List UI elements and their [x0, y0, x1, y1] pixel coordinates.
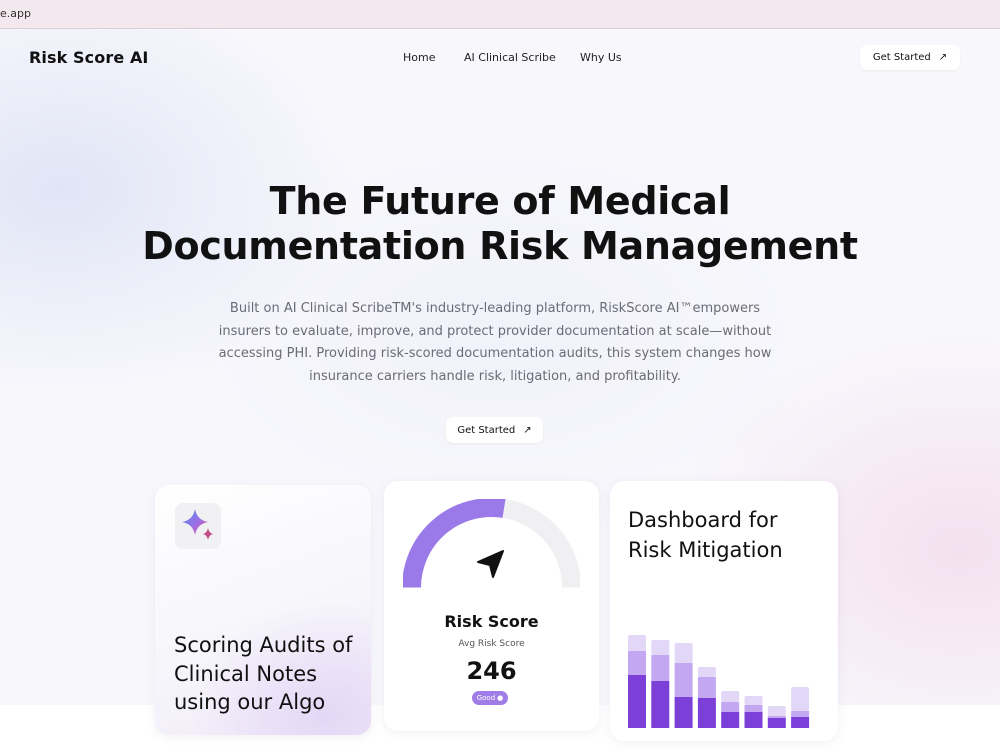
landing-page: Risk Score AI Home AI Clinical Scribe Wh… [0, 29, 1000, 750]
hero-subtitle: Built on AI Clinical ScribeTM's industry… [218, 301, 772, 384]
risk-score-gauge [403, 499, 580, 588]
arrow-up-right-icon: ↗ [938, 52, 948, 63]
get-started-label: Get Started [872, 52, 931, 63]
bar-segment [674, 643, 693, 663]
status-badge: Good ● [472, 691, 508, 705]
bar-segment [721, 691, 740, 702]
bar-segment [767, 716, 786, 718]
audit-card-text: Scoring Audits of Clinical Notes using o… [174, 633, 353, 714]
bar-segment [744, 712, 763, 728]
risk-score-value: 246 [466, 657, 517, 685]
hero-get-started-button[interactable]: Get Started ↗ [446, 417, 543, 443]
risk-score-title: Risk Score [444, 612, 539, 631]
gauge-fill-arc [403, 499, 506, 588]
drop-icon: ● [497, 694, 504, 702]
bar-segment [721, 712, 740, 728]
navigation-arrow-icon [477, 550, 504, 578]
bar-segment [697, 677, 716, 698]
nav-ai-clinical-scribe[interactable]: AI Clinical Scribe [464, 51, 556, 64]
risk-bar-chart [628, 635, 810, 728]
bar-segment [744, 696, 763, 705]
bar-segment [744, 705, 763, 712]
url-text[interactable]: e.app [0, 7, 31, 20]
status-badge-label: Good [476, 694, 496, 702]
hero-title: The Future of Medical Documentation Risk… [0, 179, 1000, 269]
hero-title-line1: The Future of Medical [269, 179, 731, 223]
bar-segment [651, 681, 670, 728]
bar-segment [767, 706, 786, 716]
header-get-started-button[interactable]: Get Started ↗ [860, 45, 960, 70]
bar-segment [628, 651, 646, 675]
bar-segment [791, 717, 810, 728]
bar-segment [651, 655, 670, 681]
dashboard-card: Dashboard for Risk Mitigation [610, 481, 838, 741]
audit-card: Scoring Audits of Clinical Notes using o… [155, 485, 371, 735]
bar-segment [674, 663, 693, 697]
browser-address-strip: e.app [0, 0, 1000, 29]
hero-title-line2: Documentation Risk Management [142, 224, 858, 268]
bar-segment [791, 711, 810, 717]
bar-segment [721, 702, 740, 712]
bar-segment [674, 697, 693, 728]
bar-segment [651, 640, 670, 655]
bar-segment [628, 635, 646, 651]
bar-segment [791, 687, 810, 711]
bar-segment [697, 698, 716, 728]
nav-why-us[interactable]: Why Us [580, 51, 622, 64]
bar-segment [767, 718, 786, 728]
arrow-up-right-icon: ↗ [523, 424, 532, 436]
risk-score-card: Risk Score Avg Risk Score 246 Good ● [384, 481, 599, 731]
risk-score-subtitle: Avg Risk Score [458, 639, 525, 649]
brand-logo-text[interactable]: Risk Score AI [29, 48, 149, 67]
nav-home[interactable]: Home [403, 51, 435, 64]
sparkle-icon [175, 503, 221, 549]
bar-segment [628, 675, 646, 728]
bar-segment [697, 667, 716, 677]
hero-cta-label: Get Started [457, 424, 516, 436]
